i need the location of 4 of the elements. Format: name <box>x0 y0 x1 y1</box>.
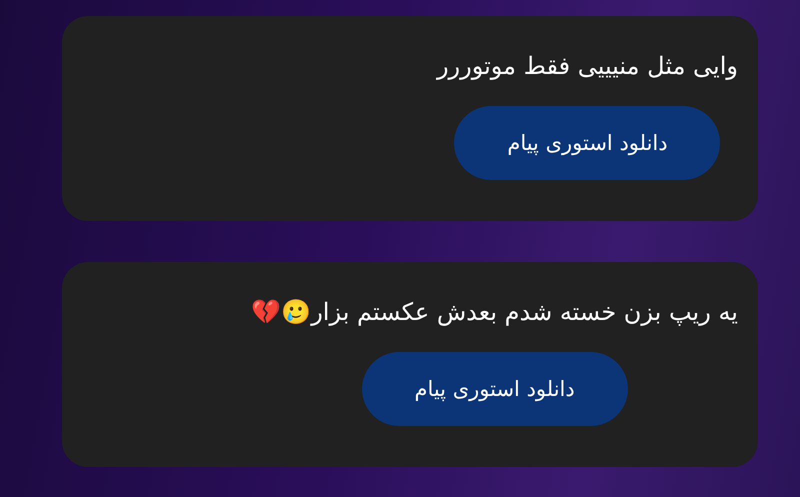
download-story-button[interactable]: دانلود استوری پیام <box>362 352 628 426</box>
message-text: یه ریپ بزن خسته شدم بعدش عکستم بزار🥲💔 <box>251 297 738 328</box>
download-story-button[interactable]: دانلود استوری پیام <box>454 106 720 180</box>
message-text: وایی مثل منیییی فقط موتوررر <box>436 51 738 82</box>
